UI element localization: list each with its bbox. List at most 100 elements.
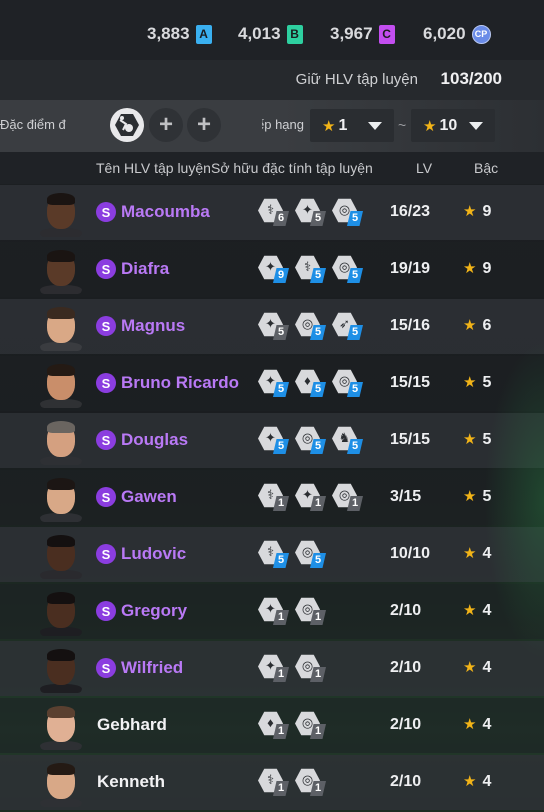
- trait-badge[interactable]: ◎ 5: [332, 198, 366, 228]
- trait-badge[interactable]: ◎ 1: [295, 654, 329, 684]
- column-grade-header[interactable]: Bậc: [474, 160, 498, 176]
- trainer-row[interactable]: S Gawen ⚕ 1 ✦ 1 ◎ 1 3/15 ★ 5: [0, 470, 544, 525]
- trait-badge[interactable]: ⚕ 1: [258, 768, 292, 798]
- max-grade-dropdown[interactable]: ★ 10: [411, 109, 495, 142]
- trait-badge[interactable]: ◎ 1: [295, 768, 329, 798]
- trainer-row[interactable]: S Douglas ✦ 5 ◎ 5 ♞ 5 15/15 ★ 5: [0, 413, 544, 468]
- table-header: Tên HLV tập luyện Sở hữu đặc tính tập lu…: [0, 152, 544, 184]
- trait-badge[interactable]: ◎ 1: [332, 483, 366, 513]
- star-icon: ★: [463, 431, 477, 448]
- trait-badge[interactable]: ◎ 5: [295, 312, 329, 342]
- grade-value: 6: [482, 317, 492, 334]
- trainer-grade: ★ 4: [463, 601, 491, 620]
- trainer-row[interactable]: S Bruno Ricardo ✦ 5 ♦ 5 ◎ 5 15/15 ★ 5: [0, 356, 544, 411]
- trait-badge[interactable]: ✦ 5: [258, 369, 292, 399]
- trainer-name: Diafra: [121, 259, 170, 278]
- trait-badge[interactable]: ♦ 5: [295, 369, 329, 399]
- special-badge-icon: S: [96, 601, 116, 621]
- add-trait-filter-button[interactable]: +: [149, 108, 183, 142]
- trainer-grade: ★ 4: [463, 658, 491, 677]
- trait-badge[interactable]: ✦ 1: [258, 597, 292, 627]
- trait-badge[interactable]: ✦ 5: [295, 198, 329, 228]
- trait-badge[interactable]: ◎ 5: [295, 540, 329, 570]
- trainer-row[interactable]: Kenneth ⚕ 1 ◎ 1 2/10 ★ 4: [0, 755, 544, 810]
- special-badge-icon: S: [96, 202, 116, 222]
- rank-filter-label: Xếp hạng: [262, 117, 304, 132]
- add-trait-filter-button-2[interactable]: +: [187, 108, 221, 142]
- min-grade-dropdown[interactable]: ★ 1: [310, 109, 394, 142]
- special-badge-icon: S: [96, 487, 116, 507]
- trait-badge[interactable]: ⚕ 6: [258, 198, 292, 228]
- trait-badge[interactable]: ✦ 5: [258, 426, 292, 456]
- trainer-level: 2/10: [390, 659, 422, 676]
- trait-badge[interactable]: ✦ 1: [258, 654, 292, 684]
- trainer-avatar: [40, 590, 82, 636]
- trainer-name: Wilfried: [121, 658, 184, 677]
- trainer-level: 19/19: [390, 260, 431, 277]
- trait-badge[interactable]: ◎ 5: [332, 369, 366, 399]
- trainer-name: Kenneth: [97, 772, 165, 791]
- column-name-header: Tên HLV tập luyện: [96, 160, 211, 176]
- trait-badge[interactable]: ⚕ 5: [295, 255, 329, 285]
- trait-badge[interactable]: ⚕ 5: [258, 540, 292, 570]
- trainer-level: 2/10: [390, 602, 422, 619]
- trainer-row[interactable]: S Gregory ✦ 1 ◎ 1 2/10 ★ 4: [0, 584, 544, 639]
- trainer-row[interactable]: S Ludovic ⚕ 5 ◎ 5 10/10 ★ 4: [0, 527, 544, 582]
- star-icon: ★: [463, 659, 477, 676]
- trainer-grade: ★ 9: [463, 259, 491, 278]
- trait-badge[interactable]: ◎ 5: [332, 255, 366, 285]
- trainer-level: 15/15: [390, 374, 431, 391]
- special-badge-icon: S: [96, 259, 116, 279]
- trait-badge[interactable]: ➶ 5: [332, 312, 366, 342]
- trainer-name: Macoumba: [121, 202, 210, 221]
- trainer-avatar: [40, 191, 82, 237]
- trainer-row[interactable]: S Magnus ✦ 5 ◎ 5 ➶ 5 15/16 ★ 6: [0, 299, 544, 354]
- trainer-name: Gawen: [121, 487, 177, 506]
- currency-cp: 6,020 CP: [423, 22, 491, 46]
- trainer-avatar: [40, 704, 82, 750]
- currency-b: 4,013 B: [238, 22, 303, 46]
- trait-badge[interactable]: ♦ 1: [258, 711, 292, 741]
- trainer-level: 2/10: [390, 773, 422, 790]
- trainer-grade: ★ 4: [463, 772, 491, 791]
- trait-badge[interactable]: ♞ 5: [332, 426, 366, 456]
- trait-badge[interactable]: ✦ 1: [295, 483, 329, 513]
- trainer-avatar: [40, 305, 82, 351]
- trainer-row[interactable]: S Wilfried ✦ 1 ◎ 1 2/10 ★ 4: [0, 641, 544, 696]
- star-icon: ★: [463, 260, 477, 277]
- trait-badge[interactable]: ⚕ 1: [258, 483, 292, 513]
- trainer-grade: ★ 5: [463, 430, 491, 449]
- trainer-row[interactable]: S Macoumba ⚕ 6 ✦ 5 ◎ 5 16/23 ★ 9: [0, 185, 544, 240]
- trainer-row[interactable]: Gebhard ♦ 1 ◎ 1 2/10 ★ 4: [0, 698, 544, 753]
- currency-a-icon: A: [195, 24, 212, 44]
- plus-icon: +: [158, 111, 173, 138]
- trainer-level: 15/15: [390, 431, 431, 448]
- special-badge-icon: S: [96, 373, 116, 393]
- trainer-row[interactable]: S Diafra ✦ 9 ⚕ 5 ◎ 5 19/19 ★ 9: [0, 242, 544, 297]
- grade-value: 9: [482, 260, 492, 277]
- trainer-name: Gregory: [121, 601, 188, 620]
- trainer-level: 15/16: [390, 317, 431, 334]
- grade-value: 4: [482, 773, 492, 790]
- currency-c: 3,967 C: [330, 22, 395, 46]
- column-level-header[interactable]: LV: [416, 160, 432, 176]
- trainer-avatar: [40, 533, 82, 579]
- trait-filter-slot-1[interactable]: [110, 108, 144, 142]
- trainer-avatar: [40, 419, 82, 465]
- cp-coin-icon: CP: [471, 24, 491, 44]
- trait-badge[interactable]: ◎ 1: [295, 711, 329, 741]
- plus-icon: +: [196, 111, 211, 138]
- star-icon: ★: [322, 117, 336, 135]
- grade-value: 4: [482, 602, 492, 619]
- trainer-level: 2/10: [390, 716, 422, 733]
- grade-value: 9: [482, 203, 492, 220]
- trait-badge[interactable]: ✦ 9: [258, 255, 292, 285]
- star-icon: ★: [463, 374, 477, 391]
- trait-badge[interactable]: ✦ 5: [258, 312, 292, 342]
- special-badge-icon: S: [96, 430, 116, 450]
- chevron-down-icon: [368, 122, 382, 130]
- trainer-grade: ★ 6: [463, 316, 491, 335]
- trait-badge[interactable]: ◎ 1: [295, 597, 329, 627]
- trait-badge[interactable]: ◎ 5: [295, 426, 329, 456]
- filter-bar: Đặc điểm đ + + Xếp hạng ★ 1 ★ 10: [0, 100, 544, 152]
